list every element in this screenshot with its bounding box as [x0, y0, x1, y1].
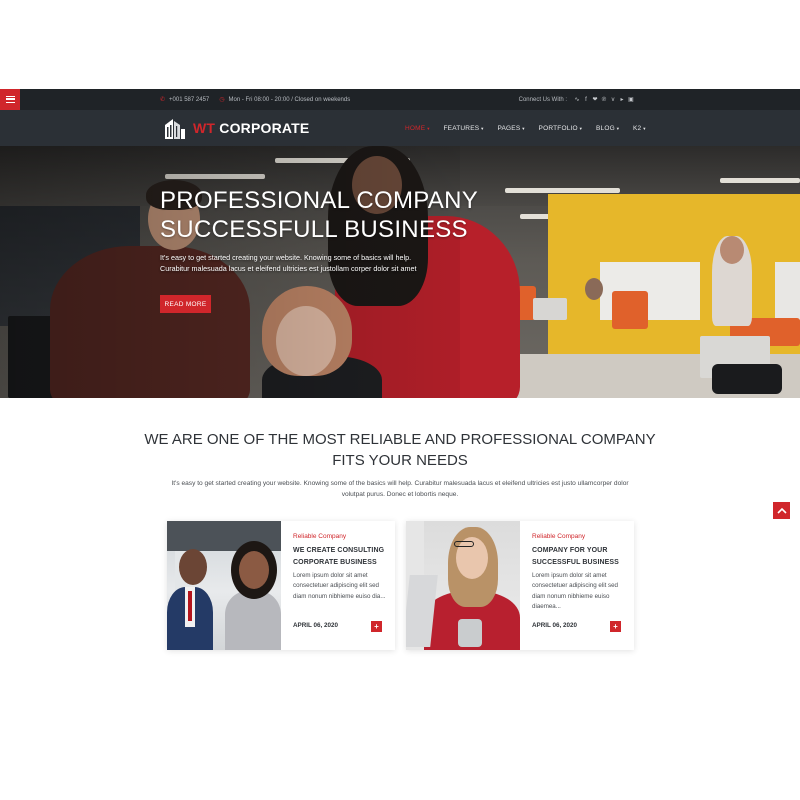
nav-blog[interactable]: BLOG ▼ — [596, 125, 620, 132]
hours-info: ◷ Mon - Fri 08:00 - 20:00 / Closed on we… — [219, 96, 351, 104]
clock-icon: ◷ — [219, 97, 225, 103]
youtube-icon[interactable]: ▸ — [619, 97, 625, 103]
hamburger-icon — [5, 96, 15, 103]
offcanvas-menu-button[interactable] — [0, 89, 20, 110]
logo-wt: WT — [193, 120, 216, 136]
section-description: It's easy to get started creating your w… — [171, 480, 629, 498]
top-contact-info: ✆ +001 587 2457 ◷ Mon - Fri 08:00 - 20:0… — [160, 89, 360, 110]
card-category[interactable]: Reliable Company — [293, 533, 395, 540]
article-card: Reliable Company WE CREATE CONSULTING CO… — [167, 521, 395, 650]
card-image-business-people[interactable] — [167, 521, 281, 650]
nav-blog-label: BLOG — [595, 124, 615, 132]
logo-text: WT CORPORATE — [193, 120, 309, 136]
connect-label: Connect Us With : — [518, 96, 567, 103]
article-card: Reliable Company COMPANY FOR YOUR SUCCES… — [406, 521, 634, 650]
card-date: APRIL 06, 2020 — [293, 622, 339, 629]
caret-down-icon: ▼ — [615, 125, 621, 131]
nav-pages-label: PAGES — [497, 124, 521, 132]
nav-portfolio[interactable]: PORTFOLIO ▼ — [539, 125, 583, 132]
chevron-up-icon — [776, 507, 787, 514]
hero-slider: PROFESSIONAL COMPANY SUCCESSFULL BUSINES… — [0, 146, 800, 398]
card-image-woman-laptop[interactable] — [406, 521, 520, 650]
section-title-line1: WE ARE ONE OF THE MOST RELIABLE AND PROF… — [144, 431, 656, 448]
caret-down-icon: ▼ — [480, 125, 485, 131]
card-body: Reliable Company WE CREATE CONSULTING CO… — [281, 521, 395, 650]
phone-info: ✆ +001 587 2457 — [160, 96, 210, 104]
nav-portfolio-label: PORTFOLIO — [538, 124, 578, 132]
card-category[interactable]: Reliable Company — [532, 533, 634, 540]
caret-down-icon: ▼ — [642, 125, 647, 131]
nav-pages[interactable]: PAGES ▼ — [497, 125, 525, 132]
nav-k2[interactable]: K2 ▼ — [633, 125, 647, 132]
hero-title: PROFESSIONAL COMPANY SUCCESSFULL BUSINES… — [160, 186, 478, 244]
caret-down-icon: ▼ — [521, 125, 526, 131]
section-title: WE ARE ONE OF THE MOST RELIABLE AND PROF… — [0, 429, 800, 471]
main-nav: HOME ▼ FEATURES ▼ PAGES ▼ PORTFOLIO ▼ BLOG ▼ … — [405, 110, 660, 146]
logo-corporate: CORPORATE — [219, 120, 310, 136]
card-excerpt: Lorem ipsum dolor sit amet consectetuer … — [532, 572, 618, 611]
plus-icon[interactable]: + — [371, 621, 382, 632]
twitter-icon[interactable]: ❤ — [592, 97, 598, 103]
site-logo[interactable]: WT CORPORATE — [163, 117, 309, 139]
vimeo-icon[interactable]: v — [610, 97, 616, 103]
read-more-button[interactable]: READ MORE — [160, 295, 211, 313]
card-date: APRIL 06, 2020 — [532, 622, 578, 629]
phone-icon: ✆ — [160, 97, 166, 103]
card-excerpt: Lorem ipsum dolor sit amet consectetuer … — [293, 572, 386, 600]
nav-features[interactable]: FEATURES ▼ — [443, 125, 484, 132]
caret-down-icon: ▼ — [426, 125, 431, 131]
nav-home-label: HOME — [405, 124, 426, 132]
top-bar: ✆ +001 587 2457 ◷ Mon - Fri 08:00 - 20:0… — [0, 89, 800, 110]
hero-title-line1: PROFESSIONAL COMPANY — [160, 187, 479, 214]
building-logo-icon — [165, 119, 185, 139]
section-title-line2: FITS YOUR NEEDS — [332, 452, 468, 469]
caret-down-icon: ▼ — [578, 125, 583, 131]
pinterest-icon[interactable]: ℗ — [601, 97, 607, 103]
plus-icon[interactable]: + — [610, 621, 621, 632]
rss-icon[interactable]: ∿ — [574, 97, 580, 103]
phone-number: +001 587 2457 — [169, 96, 210, 103]
social-links: Connect Us With : ∿ f ❤ ℗ v ▸ ▣ — [519, 89, 634, 110]
hero-title-line2: SUCCESSFULL BUSINESS — [160, 216, 468, 243]
card-title[interactable]: WE CREATE CONSULTING CORPORATE BUSINESS — [293, 545, 395, 569]
instagram-icon[interactable]: ▣ — [628, 97, 634, 103]
opening-hours: Mon - Fri 08:00 - 20:00 / Closed on week… — [228, 96, 351, 103]
card-body: Reliable Company COMPANY FOR YOUR SUCCES… — [520, 521, 634, 650]
nav-k2-label: K2 — [633, 124, 642, 132]
nav-home[interactable]: HOME ▼ — [405, 125, 430, 132]
back-to-top-button[interactable] — [773, 502, 790, 519]
facebook-icon[interactable]: f — [583, 97, 589, 103]
nav-features-label: FEATURES — [443, 124, 480, 132]
main-header: WT CORPORATE HOME ▼ FEATURES ▼ PAGES ▼ PORT… — [0, 110, 800, 146]
hero-text: It's easy to get started creating your w… — [160, 253, 417, 273]
card-title[interactable]: COMPANY FOR YOUR SUCCESSFUL BUSINESS — [532, 545, 634, 569]
